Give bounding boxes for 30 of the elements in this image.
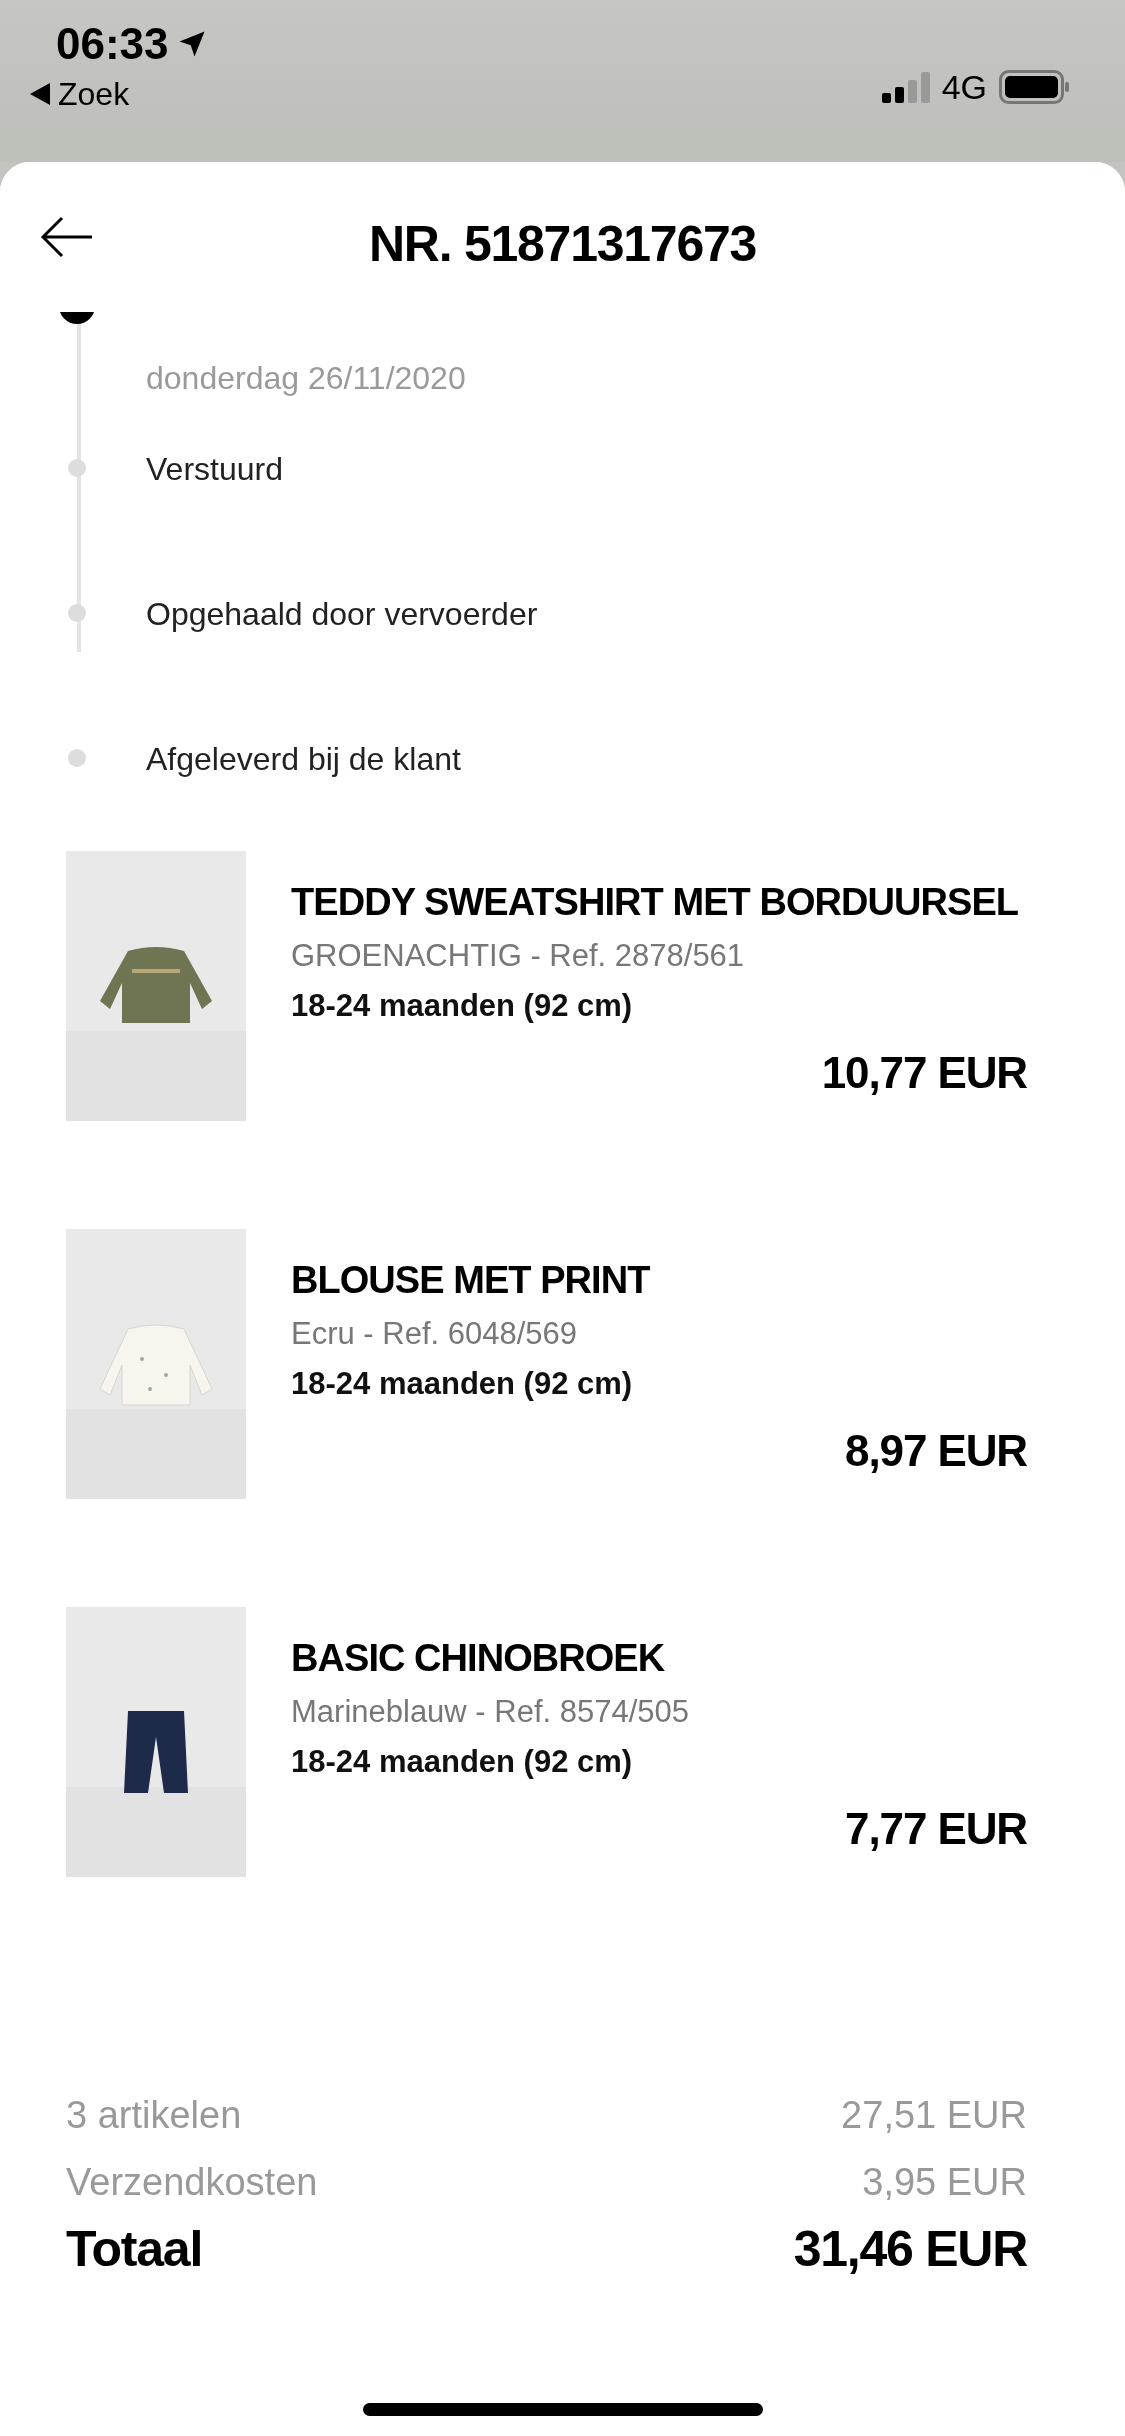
product-size: 18-24 maanden (92 cm) (291, 1365, 634, 1403)
product-variant: Ecru - Ref. 6048/569 (291, 1314, 579, 1353)
back-triangle-icon[interactable] (30, 83, 50, 105)
timeline-step: Opgehaald door vervoerder (146, 589, 538, 638)
summary-label: Verzendkosten (66, 2160, 318, 2205)
product-price: 10,77 EUR (821, 1046, 1027, 1099)
product-name: BLOUSE MET PRINT (291, 1258, 651, 1303)
product-size: 18-24 maanden (92 cm) (291, 987, 634, 1025)
order-number-title: NR. 51871317673 (368, 214, 757, 274)
product-name: BASIC CHINOBROEK (291, 1636, 666, 1681)
timeline-step: Afgeleverd bij de klant (146, 734, 461, 783)
product-name: TEDDY SWEATSHIRT MET BORDUURSEL (291, 880, 1020, 925)
back-arrow-icon (40, 215, 94, 259)
battery-icon (999, 70, 1069, 104)
signal-icon (881, 71, 930, 103)
timeline-date: donderdag 26/11/2020 (146, 359, 466, 398)
product-variant: Marineblauw - Ref. 8574/505 (291, 1692, 691, 1731)
summary-value: 27,51 EUR (841, 2093, 1027, 2138)
clock-time: 06:33 (56, 22, 169, 66)
product-price: 8,97 EUR (845, 1424, 1027, 1477)
total-label: Totaal (66, 2219, 203, 2279)
product-size: 18-24 maanden (92 cm) (291, 1743, 634, 1781)
total-value: 31,46 EUR (793, 2219, 1027, 2279)
summary-value: 3,95 EUR (862, 2160, 1027, 2205)
back-to-app-link[interactable]: Zoek (58, 78, 130, 110)
product-price: 7,77 EUR (845, 1802, 1027, 1855)
timeline-step: Verstuurd (146, 444, 283, 493)
summary-label: 3 artikelen (66, 2093, 242, 2138)
network-type: 4G (941, 70, 987, 104)
product-variant: GROENACHTIG - Ref. 2878/561 (291, 936, 746, 975)
